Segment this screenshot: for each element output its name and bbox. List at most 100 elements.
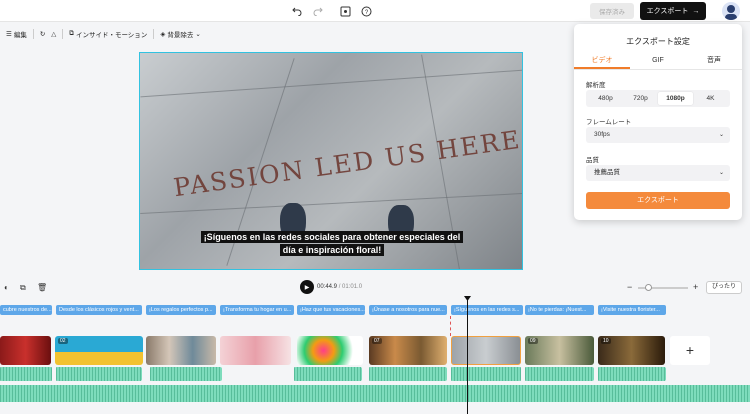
tab-gif[interactable]: GIF	[630, 54, 686, 69]
waveform	[369, 367, 447, 381]
split-marker	[450, 316, 451, 336]
export-settings-panel: エクスポート設定 ビデオ GIF 音声 解析度 480p 720p 1080p …	[574, 24, 742, 220]
zoom-in-icon[interactable]: +	[693, 282, 698, 292]
quality-label: 品質	[586, 157, 599, 164]
zoom-slider-handle[interactable]	[645, 284, 652, 291]
tab-video[interactable]: ビデオ	[574, 54, 630, 69]
audio-clip[interactable]	[598, 367, 666, 381]
divider	[153, 29, 155, 39]
resolution-4k[interactable]: 4K	[693, 92, 728, 105]
panel-export-button[interactable]: エクスポート	[586, 192, 730, 209]
divider	[32, 29, 34, 39]
clip-number-badge: 07	[372, 338, 382, 344]
playhead[interactable]	[467, 297, 468, 414]
export-button[interactable]: エクスポート →	[640, 2, 706, 20]
subtitle-line-1: ¡Síguenos en las redes sociales para obt…	[200, 231, 464, 243]
audio-clip[interactable]	[369, 367, 447, 381]
text-clip[interactable]: ¡Transforma tu hogar en u...	[220, 305, 294, 315]
video-clip[interactable]	[220, 336, 291, 365]
music-track[interactable]	[0, 385, 750, 402]
text-clip[interactable]: ¡Síguenos en las redes s...	[451, 305, 523, 315]
chevron-down-icon: ⌄	[718, 170, 724, 176]
video-clip[interactable]	[0, 336, 51, 365]
insight-motion-tool[interactable]: ⧉ インサイド・モーション	[69, 29, 147, 39]
top-bar: ? 保存済み エクスポート →	[0, 0, 750, 22]
edit-tool[interactable]: ☰ 編集	[6, 29, 27, 39]
chevron-down-icon: ⌄	[195, 31, 201, 38]
text-clip[interactable]: ¡Únase a nosotros para nue...	[369, 305, 447, 315]
play-button[interactable]: ▶	[300, 280, 314, 294]
text-clip[interactable]: cubre nuestros de...	[0, 305, 52, 315]
redo-icon[interactable]	[311, 4, 325, 18]
flip-tool[interactable]: △	[51, 30, 56, 38]
video-clip[interactable]: 02	[55, 336, 143, 365]
text-clip[interactable]: ¡Los regalos perfectos p...	[146, 305, 216, 315]
edit-label: 編集	[13, 32, 27, 39]
waveform	[150, 367, 222, 381]
video-clip[interactable]: 10	[598, 336, 665, 365]
text-clip[interactable]: ¡No te pierdas: ¡Nuest...	[525, 305, 594, 315]
waveform	[0, 367, 52, 381]
svg-text:?: ?	[364, 10, 368, 16]
clip-number-badge: 10	[601, 338, 611, 344]
video-preview[interactable]: PASSION LED US HERE ¡Síguenos en las red…	[139, 52, 523, 270]
current-time: 00:44.9	[317, 284, 338, 290]
timecode: 00:44.9 / 01:01.0	[317, 284, 362, 290]
audio-clip[interactable]	[56, 367, 142, 381]
video-clip-selected[interactable]	[451, 336, 521, 365]
avatar[interactable]	[722, 2, 740, 20]
waveform	[0, 385, 750, 402]
split-icon[interactable]: ◐	[4, 283, 9, 292]
eraser-icon: ◈	[160, 31, 166, 38]
chevron-down-icon: ⌄	[718, 132, 724, 138]
waveform	[451, 367, 521, 381]
trash-icon[interactable]: 🗑	[37, 283, 47, 292]
add-clip-button[interactable]: +	[670, 336, 710, 365]
audio-clip[interactable]	[525, 367, 594, 381]
video-clip[interactable]	[146, 336, 216, 365]
waveform	[56, 367, 142, 381]
undo-icon[interactable]	[290, 4, 304, 18]
text-clip[interactable]: Desde los clásicos rojos y vent...	[56, 305, 142, 315]
framerate-value: 30fps	[594, 131, 610, 138]
waveform	[294, 367, 362, 381]
preview-fullscreen-icon[interactable]	[338, 4, 352, 18]
fit-timeline-button[interactable]: ぴったり	[706, 281, 742, 294]
rotate-icon: ↻	[39, 31, 46, 38]
audio-clip[interactable]	[0, 367, 52, 381]
video-clip[interactable]: 07	[369, 336, 447, 365]
quality-value: 推薦品質	[594, 169, 620, 176]
zoom-out-icon[interactable]: −	[627, 282, 632, 292]
flip-icon: △	[51, 31, 57, 38]
insight-motion-label: インサイド・モーション	[75, 32, 148, 39]
framerate-select[interactable]: 30fps ⌄	[586, 127, 730, 143]
background-remove-tool[interactable]: ◈ 背景除去 ⌄	[160, 29, 200, 39]
tab-audio[interactable]: 音声	[686, 54, 742, 69]
motion-icon: ⧉	[69, 30, 74, 37]
resolution-720p[interactable]: 720p	[623, 92, 658, 105]
saved-status-button[interactable]: 保存済み	[590, 3, 634, 19]
quality-select[interactable]: 推薦品質 ⌄	[586, 165, 730, 181]
resolution-selector: 480p 720p 1080p 4K	[586, 90, 730, 107]
total-time: / 01:01.0	[338, 284, 363, 290]
text-clip[interactable]: ¡Visite nuestra florister...	[598, 305, 666, 315]
waveform	[525, 367, 594, 381]
resolution-1080p[interactable]: 1080p	[658, 92, 693, 105]
duplicate-icon[interactable]: ⧉	[20, 283, 26, 293]
help-icon[interactable]: ?	[359, 4, 373, 18]
audio-clip[interactable]	[294, 367, 362, 381]
framerate-label: フレームレート	[586, 119, 632, 126]
resolution-label: 解析度	[586, 82, 606, 89]
export-panel-title: エクスポート設定	[626, 37, 690, 46]
video-clip[interactable]	[297, 336, 363, 365]
audio-clip[interactable]	[451, 367, 521, 381]
text-clip[interactable]: ¡Haz que tus vacaciones...	[297, 305, 365, 315]
sliders-icon: ☰	[6, 31, 12, 38]
subtitle-caption[interactable]: ¡Síguenos en las redes sociales para obt…	[193, 231, 471, 257]
audio-clip[interactable]	[150, 367, 222, 381]
video-clip[interactable]: 09	[525, 336, 594, 365]
export-button-label: エクスポート	[646, 8, 689, 15]
resolution-480p[interactable]: 480p	[588, 92, 623, 105]
clip-number-badge: 09	[528, 338, 538, 344]
rotate-tool[interactable]: ↻	[40, 30, 45, 38]
